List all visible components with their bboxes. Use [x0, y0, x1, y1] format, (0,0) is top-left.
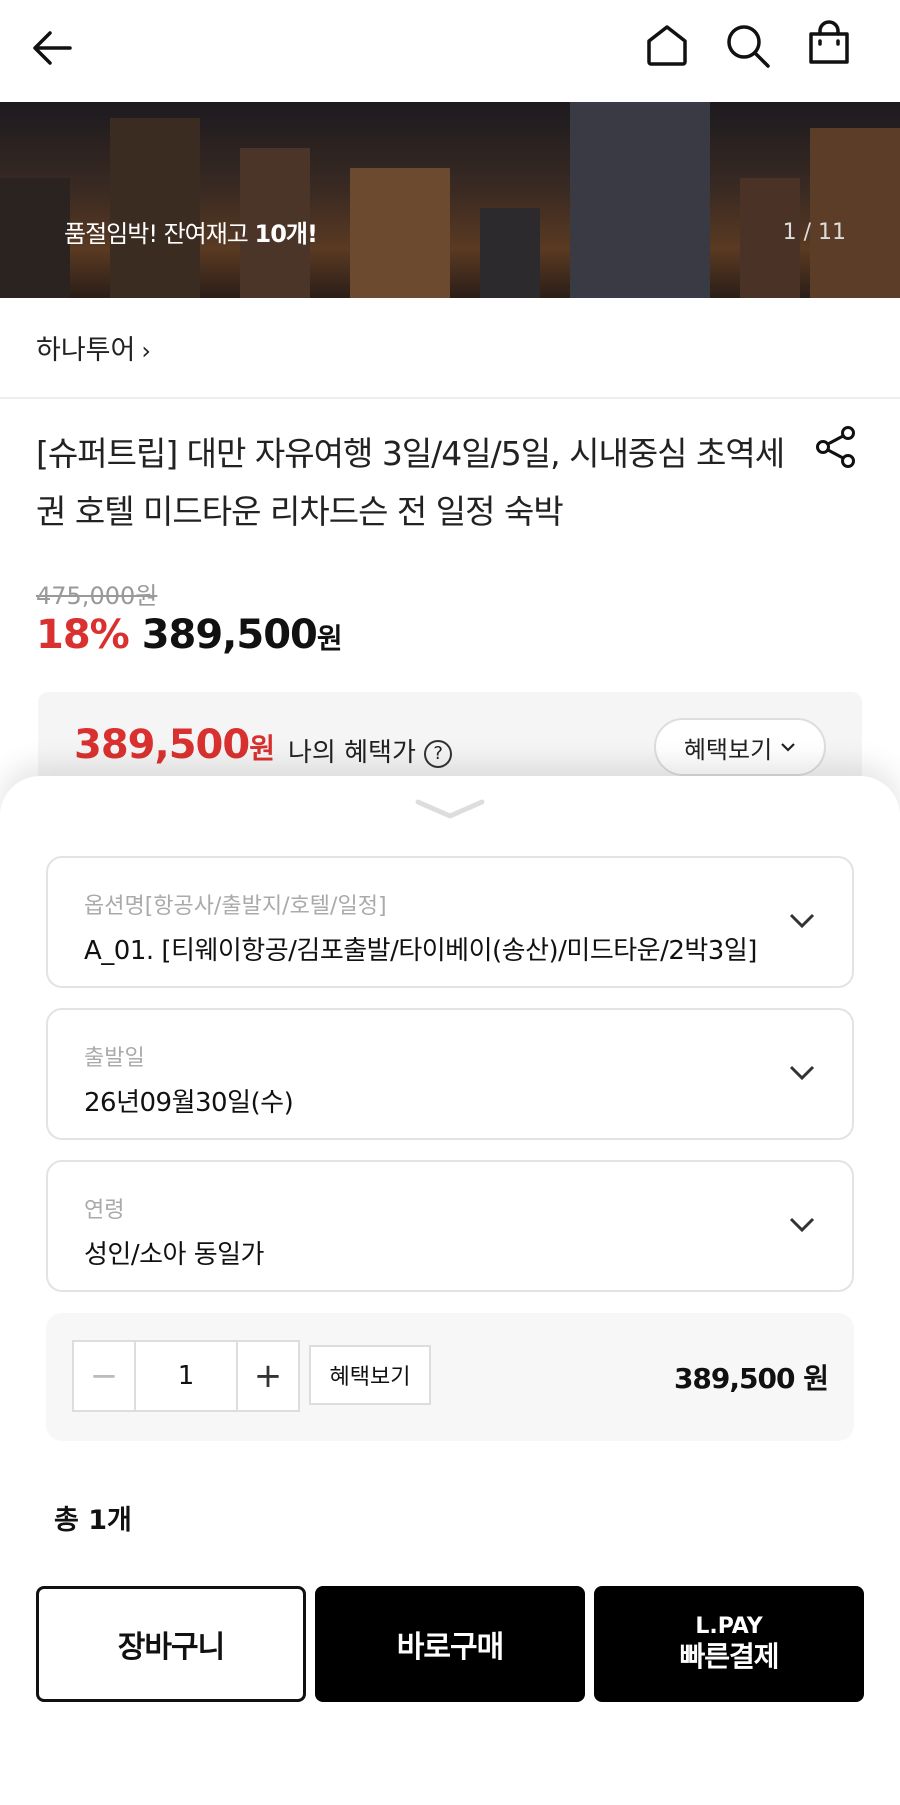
product-image-banner[interactable]: 품절임박! 잔여재고 10개! 1 / 11 [0, 102, 900, 298]
benefit-price-label: 나의 혜택가 ? [288, 732, 453, 769]
quantity-value[interactable]: 1 [134, 1342, 238, 1410]
add-to-cart-button[interactable]: 장바구니 [36, 1586, 306, 1702]
decrease-quantity-button[interactable]: − [74, 1342, 134, 1410]
departure-date-select[interactable]: 출발일 26년09월30일(수) [46, 1008, 854, 1140]
age-value: 성인/소아 동일가 [84, 1240, 264, 1270]
chevron-down-icon [789, 1217, 815, 1233]
help-circle-icon[interactable]: ? [424, 739, 453, 768]
sale-price: 389,500 [141, 612, 318, 658]
chevron-down-icon [781, 743, 795, 752]
quantity-benefits-button[interactable]: 혜택보기 [309, 1345, 431, 1405]
increase-quantity-button[interactable]: + [238, 1342, 298, 1410]
stock-alert-text: 품절임박! 잔여재고 10개! [64, 220, 318, 248]
quantity-stepper: − 1 + [72, 1340, 300, 1412]
option-select-label: 옵션명[항공사/출발지/호텔/일정] [84, 894, 387, 919]
brand-name: 하나투어 [36, 335, 136, 366]
original-price: 475,000원 [36, 582, 158, 610]
quick-pay-label: 빠른결제 [679, 1640, 779, 1673]
product-title: [슈퍼트립] 대만 자유여행 3일/4일/5일, 시내중심 초역세권 호텔 미드… [36, 434, 785, 531]
departure-date-value: 26년09월30일(수) [84, 1088, 294, 1118]
top-app-bar [0, 0, 900, 102]
departure-date-label: 출발일 [84, 1046, 145, 1071]
share-icon[interactable] [814, 425, 858, 469]
option-bottom-sheet: 옵션명[항공사/출발지/호텔/일정] A_01. [티웨이항공/김포출발/타이베… [0, 776, 900, 1805]
quantity-panel: − 1 + 혜택보기 389,500 원 [46, 1313, 854, 1441]
option-select[interactable]: 옵션명[항공사/출발지/호텔/일정] A_01. [티웨이항공/김포출발/타이베… [46, 856, 854, 988]
lpay-quick-pay-button[interactable]: L.PAY 빠른결제 [594, 1586, 864, 1702]
image-counter: 1 / 11 [782, 220, 846, 245]
search-icon[interactable] [724, 22, 772, 70]
chevron-down-icon [789, 1065, 815, 1081]
age-label: 연령 [84, 1198, 125, 1223]
chevron-down-icon [789, 913, 815, 929]
age-select[interactable]: 연령 성인/소아 동일가 [46, 1160, 854, 1292]
shopping-bag-icon[interactable] [806, 20, 852, 68]
buy-now-button[interactable]: 바로구매 [315, 1586, 585, 1702]
option-select-value: A_01. [티웨이항공/김포출발/타이베이(송산)/미드타운/2박3일] [84, 936, 757, 966]
brand-link[interactable]: 하나투어 › [36, 328, 151, 367]
line-total-price: 389,500 원 [673, 1362, 829, 1395]
benefit-price: 389,500원 [74, 722, 275, 768]
total-count: 총 1개 [54, 1505, 132, 1536]
sheet-handle-icon[interactable] [414, 798, 486, 820]
back-arrow-icon[interactable] [28, 24, 76, 72]
divider [0, 397, 900, 399]
sale-price-row: 18% 389,500원 [36, 612, 343, 658]
chevron-right-icon: › [141, 337, 151, 365]
home-icon[interactable] [644, 22, 690, 68]
lpay-logo-text: L.PAY [695, 1614, 763, 1639]
discount-rate: 18% [36, 612, 130, 658]
price-currency: 원 [316, 622, 343, 655]
view-benefits-button[interactable]: 혜택보기 [654, 718, 826, 776]
